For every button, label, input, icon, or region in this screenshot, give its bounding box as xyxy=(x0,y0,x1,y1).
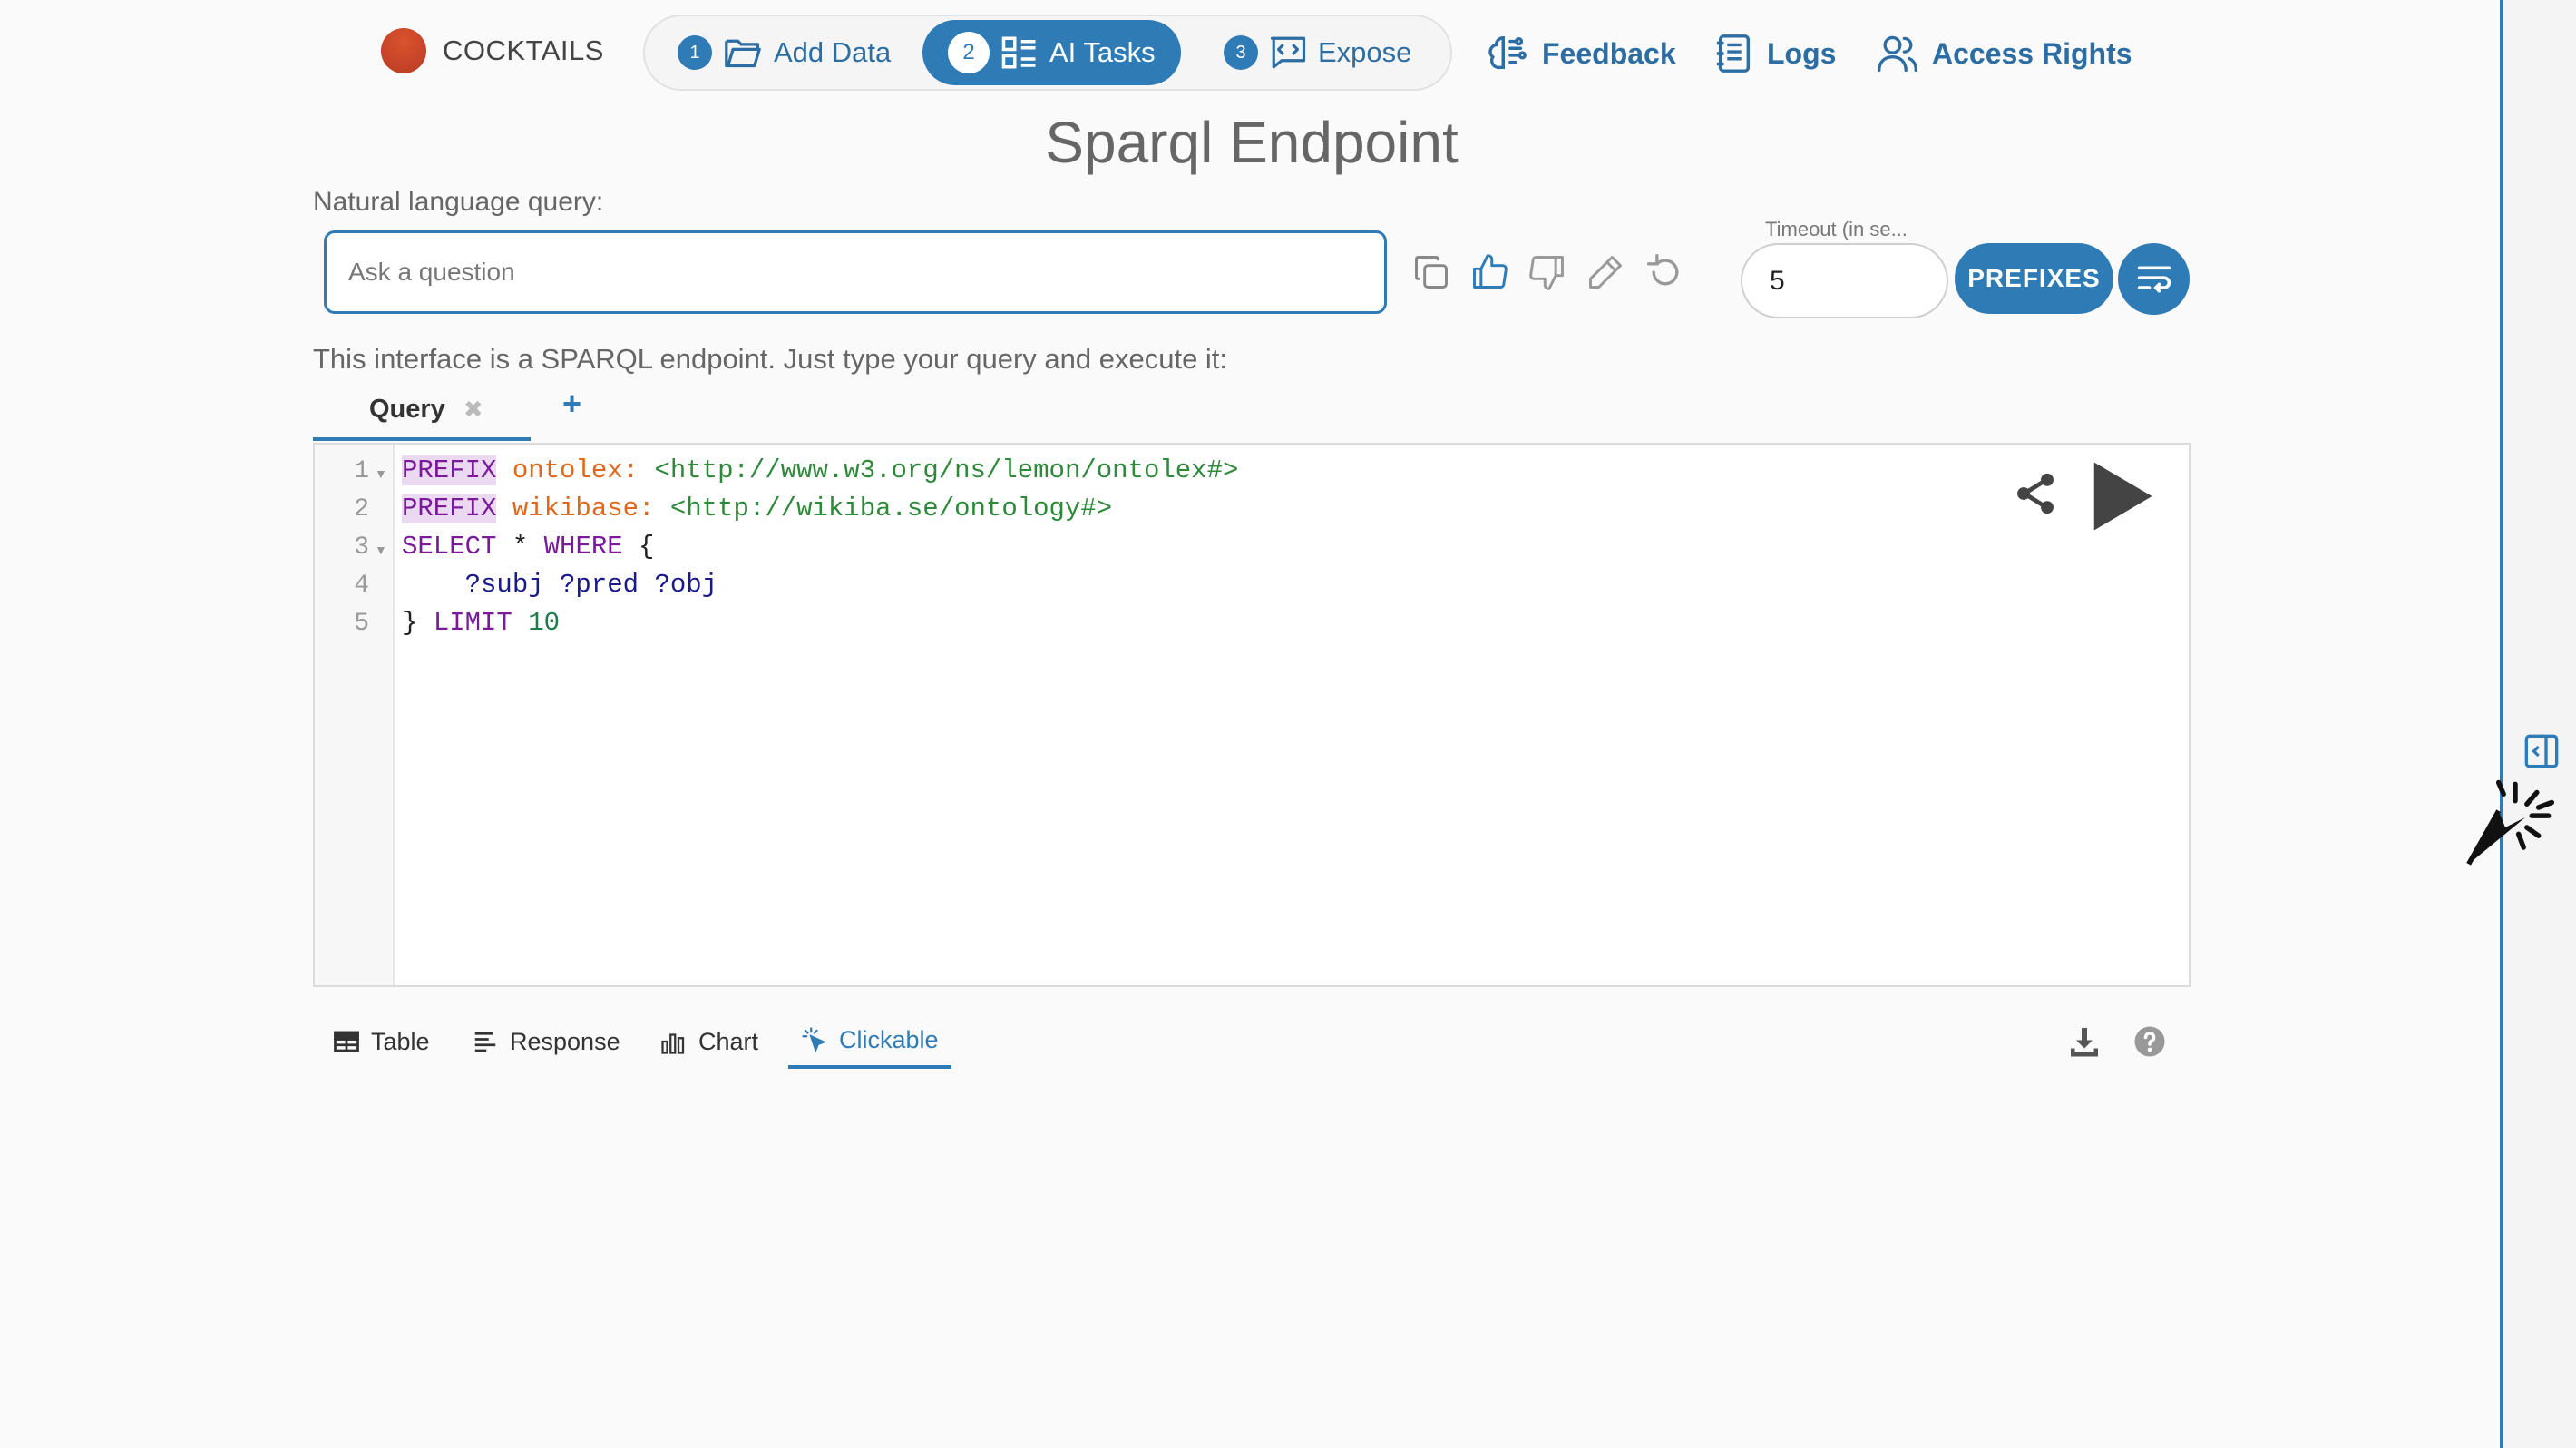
thumbs-down-icon[interactable] xyxy=(1527,252,1567,292)
right-sidebar xyxy=(2500,0,2576,1448)
line-number: 5 xyxy=(354,610,369,638)
fold-arrow-icon[interactable]: ▼ xyxy=(375,466,387,481)
nav-access-rights-label: Access Rights xyxy=(1932,36,2132,70)
number: 10 xyxy=(512,608,561,638)
variables: ?subj ?pred ?obj xyxy=(402,570,718,600)
notebook-icon xyxy=(1714,33,1754,74)
nav-logs[interactable]: Logs xyxy=(1714,25,1836,82)
nav-logs-label: Logs xyxy=(1767,36,1837,70)
share-icon[interactable] xyxy=(2012,470,2059,517)
results-tab-clickable[interactable]: Clickable xyxy=(788,1014,951,1069)
keyword: WHERE xyxy=(543,532,623,562)
code-line: ?subj ?pred ?obj xyxy=(402,570,717,600)
keyword: PREFIX xyxy=(402,494,497,523)
results-tab-chart[interactable]: Chart xyxy=(660,1014,758,1069)
operator: * xyxy=(496,532,544,562)
copy-icon[interactable] xyxy=(1411,252,1451,292)
nl-query-label: Natural language query: xyxy=(313,187,604,217)
brace: { xyxy=(622,532,655,562)
workflow-steps: 1 Add Data 2 AI Tasks 3 Expose xyxy=(643,15,1452,91)
step-expose[interactable]: 3 Expose xyxy=(1198,20,1437,85)
endpoint-hint: This interface is a SPARQL endpoint. Jus… xyxy=(313,343,1228,375)
code-line: SELECT * WHERE { xyxy=(402,532,654,562)
step-ai-tasks[interactable]: 2 AI Tasks xyxy=(922,20,1181,85)
brand[interactable]: COCKTAILS xyxy=(381,25,604,76)
code-line: PREFIX ontolex: <http://www.w3.org/ns/le… xyxy=(402,455,1238,485)
sparkle-pointer-icon xyxy=(801,1026,828,1053)
click-cursor-icon xyxy=(2465,768,2565,867)
nl-query-input[interactable] xyxy=(324,230,1387,314)
tab-query-label: Query xyxy=(369,394,445,424)
nav-feedback[interactable]: Feedback xyxy=(1488,25,1676,82)
results-tab-label: Chart xyxy=(698,1027,759,1055)
results-tab-response[interactable]: Response xyxy=(472,1014,620,1069)
timeout-label: Timeout (in se... xyxy=(1765,218,1908,240)
prefixes-button[interactable]: PREFIXES xyxy=(1955,243,2113,314)
code-chat-icon xyxy=(1269,34,1307,71)
brand-logo xyxy=(381,28,426,73)
thumbs-up-icon[interactable] xyxy=(1469,252,1509,292)
fold-arrow-icon[interactable]: ▼ xyxy=(375,543,387,557)
prefix-name: ontolex: xyxy=(496,455,639,485)
download-icon[interactable] xyxy=(2068,1025,2101,1058)
results-tab-label: Clickable xyxy=(839,1025,939,1053)
run-query-icon[interactable] xyxy=(2077,455,2159,537)
line-number: 3 xyxy=(354,533,369,562)
step-label: AI Tasks xyxy=(1049,36,1156,68)
results-tab-label: Response xyxy=(510,1027,620,1055)
results-tab-table[interactable]: Table xyxy=(333,1014,430,1069)
brace: } xyxy=(402,608,434,638)
wrap-lines-icon xyxy=(2137,265,2171,293)
code-line: PREFIX wikibase: <http://wikiba.se/ontol… xyxy=(402,494,1112,523)
table-icon xyxy=(333,1028,360,1055)
line-gutter: 1 ▼ 2 3 ▼ 4 5 xyxy=(315,445,395,985)
lines-icon xyxy=(472,1028,499,1055)
undo-icon[interactable] xyxy=(1645,252,1685,292)
help-icon[interactable] xyxy=(2133,1025,2166,1058)
add-tab-button[interactable]: + xyxy=(562,385,581,423)
grid-list-icon xyxy=(1000,34,1039,71)
step-label: Expose xyxy=(1318,36,1412,68)
close-tab-icon[interactable]: ✖ xyxy=(463,396,483,424)
keyword: LIMIT xyxy=(433,608,512,638)
step-number: 3 xyxy=(1224,35,1258,70)
sidebar-collapse-icon[interactable] xyxy=(2523,733,2560,769)
step-number: 2 xyxy=(948,32,990,73)
wrap-lines-button[interactable] xyxy=(2118,243,2190,315)
keyword: PREFIX xyxy=(402,455,497,485)
keyword: SELECT xyxy=(402,532,497,562)
folder-open-icon xyxy=(723,34,763,71)
prefix-name: wikibase: xyxy=(496,494,655,523)
tab-query[interactable]: Query ✖ xyxy=(313,381,531,441)
page-title: Sparql Endpoint xyxy=(1045,110,1459,175)
nav-feedback-label: Feedback xyxy=(1542,36,1676,70)
uri: <http://wikiba.se/ontology#> xyxy=(654,494,1113,523)
nav-access-rights[interactable]: Access Rights xyxy=(1876,25,2132,82)
step-label: Add Data xyxy=(774,36,892,68)
line-number: 4 xyxy=(354,572,369,600)
bar-chart-icon xyxy=(660,1028,688,1055)
results-tab-label: Table xyxy=(371,1027,430,1055)
brand-name: COCKTAILS xyxy=(443,34,604,66)
users-icon xyxy=(1876,33,1919,74)
line-number: 1 xyxy=(354,457,369,485)
timeout-input[interactable] xyxy=(1741,243,1948,318)
step-add-data[interactable]: 1 Add Data xyxy=(652,20,916,85)
pencil-icon[interactable] xyxy=(1586,252,1625,292)
step-number: 1 xyxy=(678,35,712,70)
uri: <http://www.w3.org/ns/lemon/ontolex#> xyxy=(639,455,1239,485)
code-line: } LIMIT 10 xyxy=(402,608,560,638)
query-editor[interactable]: 1 ▼ 2 3 ▼ 4 5 PREFIX ontolex: <http://ww… xyxy=(313,443,2191,987)
line-number: 2 xyxy=(354,495,369,523)
brain-icon xyxy=(1488,33,1529,74)
